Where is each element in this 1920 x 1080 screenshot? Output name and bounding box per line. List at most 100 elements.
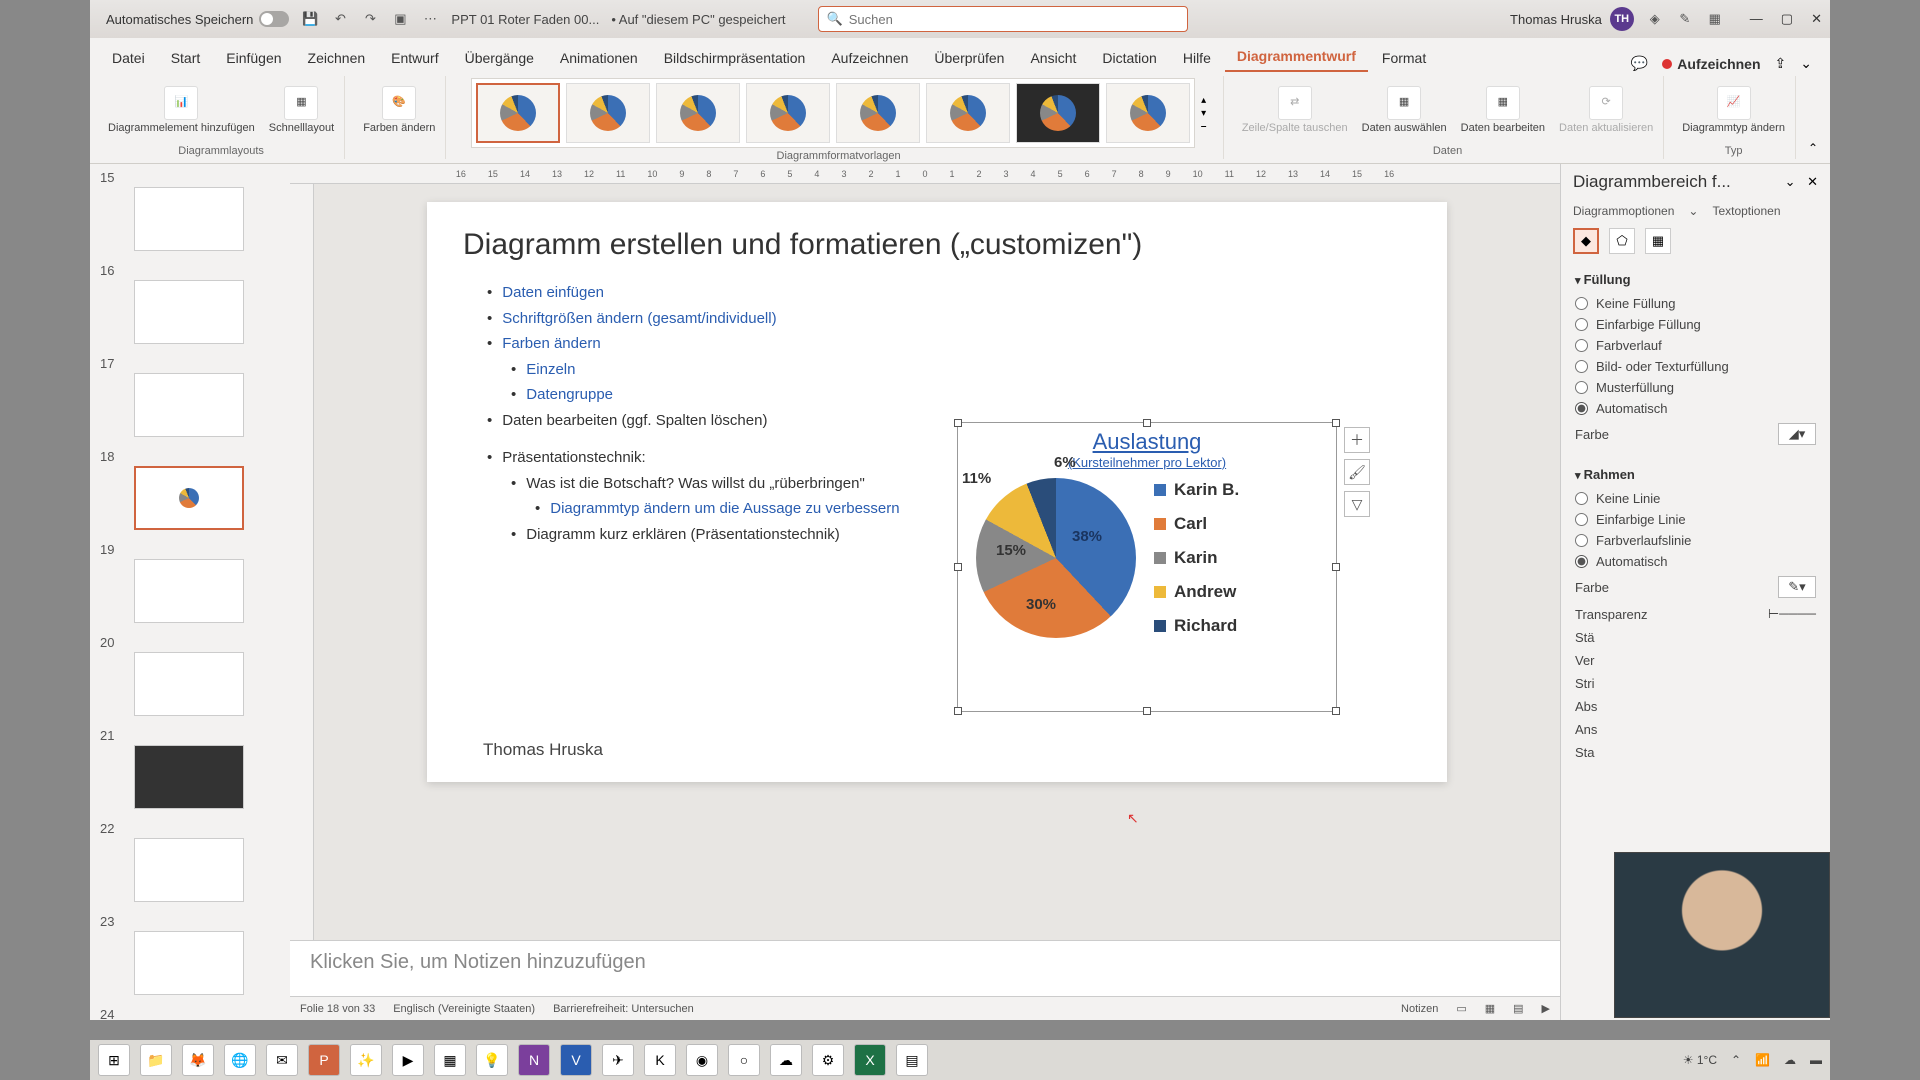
chart-filter-button[interactable]: ▽	[1344, 491, 1370, 517]
chart-style-3[interactable]	[656, 83, 740, 143]
normal-view-icon[interactable]: ▭	[1456, 1002, 1466, 1015]
chrome-icon[interactable]: 🌐	[224, 1044, 256, 1076]
tab-hilfe[interactable]: Hilfe	[1171, 44, 1223, 72]
thumb-17[interactable]: 17	[100, 356, 280, 437]
thumb-16[interactable]: 16	[100, 263, 280, 344]
user-account[interactable]: Thomas Hruska TH	[1510, 7, 1634, 31]
windows-taskbar[interactable]: ⊞ 📁 🦊 🌐 ✉ P ✨ ▶ ▦ 💡 N V ✈ K ◉ ○ ☁ ⚙ X ▤ …	[90, 1040, 1830, 1080]
reading-view-icon[interactable]: ▤	[1513, 1002, 1523, 1015]
search-input[interactable]	[849, 12, 1179, 27]
weather-widget[interactable]: ☀ 1°C	[1683, 1053, 1717, 1067]
change-colors-button[interactable]: 🎨Farben ändern	[359, 84, 439, 137]
slide-counter[interactable]: Folie 18 von 33	[300, 1003, 375, 1015]
slide-canvas[interactable]: Diagramm erstellen und formatieren („cus…	[427, 202, 1447, 782]
record-button[interactable]: Aufzeichnen	[1662, 56, 1760, 72]
fill-gradient[interactable]: Farbverlauf	[1575, 335, 1816, 356]
telegram-icon[interactable]: ✈	[602, 1044, 634, 1076]
chart-style-6[interactable]	[926, 83, 1010, 143]
fill-auto[interactable]: Automatisch	[1575, 398, 1816, 419]
tab-einfuegen[interactable]: Einfügen	[214, 44, 293, 72]
fill-picture[interactable]: Bild- oder Texturfüllung	[1575, 356, 1816, 377]
tray-network-icon[interactable]: 📶	[1755, 1053, 1770, 1067]
slide-thumbnails[interactable]: 15 16 17 18 19 20 21 22 23 24	[90, 164, 290, 1020]
thumb-18[interactable]: 18	[100, 449, 280, 530]
thumb-20[interactable]: 20	[100, 635, 280, 716]
tray-battery-icon[interactable]: ▬	[1810, 1053, 1822, 1067]
tab-chart-options[interactable]: Diagrammoptionen	[1573, 204, 1674, 218]
slideshow-view-icon[interactable]: ▶	[1542, 1002, 1550, 1015]
tab-uebergaenge[interactable]: Übergänge	[453, 44, 546, 72]
border-gradient[interactable]: Farbverlaufslinie	[1575, 530, 1816, 551]
chart-styles-button[interactable]: 🖌	[1344, 459, 1370, 485]
settings-icon[interactable]: ⚙	[812, 1044, 844, 1076]
tab-ansicht[interactable]: Ansicht	[1018, 44, 1088, 72]
tray-cloud-icon[interactable]: ☁	[1784, 1053, 1796, 1067]
chart-style-7[interactable]	[1016, 83, 1100, 143]
thumb-15[interactable]: 15	[100, 170, 280, 251]
autosave-toggle[interactable]: Automatisches Speichern	[98, 11, 289, 27]
present-icon[interactable]: ▣	[391, 10, 409, 28]
app-icon-6[interactable]: ○	[728, 1044, 760, 1076]
pen-icon[interactable]: ✎	[1676, 10, 1694, 28]
styles-up-icon[interactable]: ▴	[1201, 95, 1206, 106]
firefox-icon[interactable]: 🦊	[182, 1044, 214, 1076]
notes-toggle[interactable]: Notizen	[1401, 1003, 1438, 1015]
thumb-23[interactable]: 23	[100, 914, 280, 995]
tab-animationen[interactable]: Animationen	[548, 44, 650, 72]
slide-title[interactable]: Diagramm erstellen und formatieren („cus…	[463, 228, 1411, 262]
chart-elements-button[interactable]: ＋	[1344, 427, 1370, 453]
pane-dropdown-icon[interactable]: ⌄	[1785, 174, 1796, 189]
thumb-24[interactable]: 24	[100, 1007, 280, 1020]
quick-layout-button[interactable]: ▦Schnelllayout	[265, 84, 338, 137]
fill-pattern[interactable]: Musterfüllung	[1575, 377, 1816, 398]
effects-tab-icon[interactable]: ⬠	[1609, 228, 1635, 254]
more-icon[interactable]: ⋯	[421, 10, 439, 28]
tray-chevron-icon[interactable]: ⌃	[1731, 1053, 1741, 1067]
edit-data-button[interactable]: ▦Daten bearbeiten	[1457, 84, 1549, 137]
chart-style-1[interactable]	[476, 83, 560, 143]
explorer-icon[interactable]: 📁	[140, 1044, 172, 1076]
tab-text-options[interactable]: Textoptionen	[1712, 204, 1780, 218]
notes-pane[interactable]: Klicken Sie, um Notizen hinzuzufügen	[290, 940, 1560, 996]
app-icon-8[interactable]: ▤	[896, 1044, 928, 1076]
chart-legend[interactable]: Karin B. Carl Karin Andrew Richard	[1154, 480, 1239, 636]
language-status[interactable]: Englisch (Vereinigte Staaten)	[393, 1003, 535, 1015]
undo-icon[interactable]: ↶	[331, 10, 349, 28]
fill-line-tab-icon[interactable]: ◆	[1573, 228, 1599, 254]
chart-object[interactable]: Auslastung (Kursteilnehmer pro Lektor) 6…	[957, 422, 1337, 712]
pie-chart[interactable]: 38% 15% 30%	[976, 478, 1136, 638]
diamond-icon[interactable]: ◈	[1646, 10, 1664, 28]
styles-down-icon[interactable]: ▾	[1201, 108, 1206, 119]
app-icon-2[interactable]: ▦	[434, 1044, 466, 1076]
app-icon-5[interactable]: K	[644, 1044, 676, 1076]
border-none[interactable]: Keine Linie	[1575, 488, 1816, 509]
tab-bildschirm[interactable]: Bildschirmpräsentation	[652, 44, 818, 72]
vlc-icon[interactable]: ▶	[392, 1044, 424, 1076]
thumb-19[interactable]: 19	[100, 542, 280, 623]
app-icon-7[interactable]: ☁	[770, 1044, 802, 1076]
sorter-view-icon[interactable]: ▦	[1485, 1002, 1495, 1015]
tab-dictation[interactable]: Dictation	[1090, 44, 1168, 72]
tab-diagrammentwurf[interactable]: Diagrammentwurf	[1225, 42, 1368, 72]
select-data-button[interactable]: ▦Daten auswählen	[1358, 84, 1451, 137]
change-chart-type-button[interactable]: 📈Diagrammtyp ändern	[1678, 84, 1789, 137]
powerpoint-icon[interactable]: P	[308, 1044, 340, 1076]
minimize-icon[interactable]: —	[1750, 11, 1763, 27]
collapse-ribbon-icon[interactable]: ⌃	[1804, 137, 1822, 159]
chevron-down-icon[interactable]: ⌄	[1688, 204, 1698, 218]
chart-style-8[interactable]	[1106, 83, 1190, 143]
tab-datei[interactable]: Datei	[100, 44, 157, 72]
pane-close-icon[interactable]: ✕	[1807, 174, 1818, 189]
comments-icon[interactable]: 💬	[1631, 55, 1648, 72]
tab-ueberpruefen[interactable]: Überprüfen	[922, 44, 1016, 72]
fill-none[interactable]: Keine Füllung	[1575, 293, 1816, 314]
tab-aufzeichnen[interactable]: Aufzeichnen	[819, 44, 920, 72]
fill-color-button[interactable]: ◢▾	[1778, 423, 1816, 445]
chart-title[interactable]: Auslastung	[958, 429, 1336, 455]
outlook-icon[interactable]: ✉	[266, 1044, 298, 1076]
excel-icon[interactable]: X	[854, 1044, 886, 1076]
tab-format[interactable]: Format	[1370, 44, 1438, 72]
start-button[interactable]: ⊞	[98, 1044, 130, 1076]
border-section[interactable]: Rahmen	[1575, 467, 1816, 482]
toggle-icon[interactable]	[259, 11, 289, 27]
